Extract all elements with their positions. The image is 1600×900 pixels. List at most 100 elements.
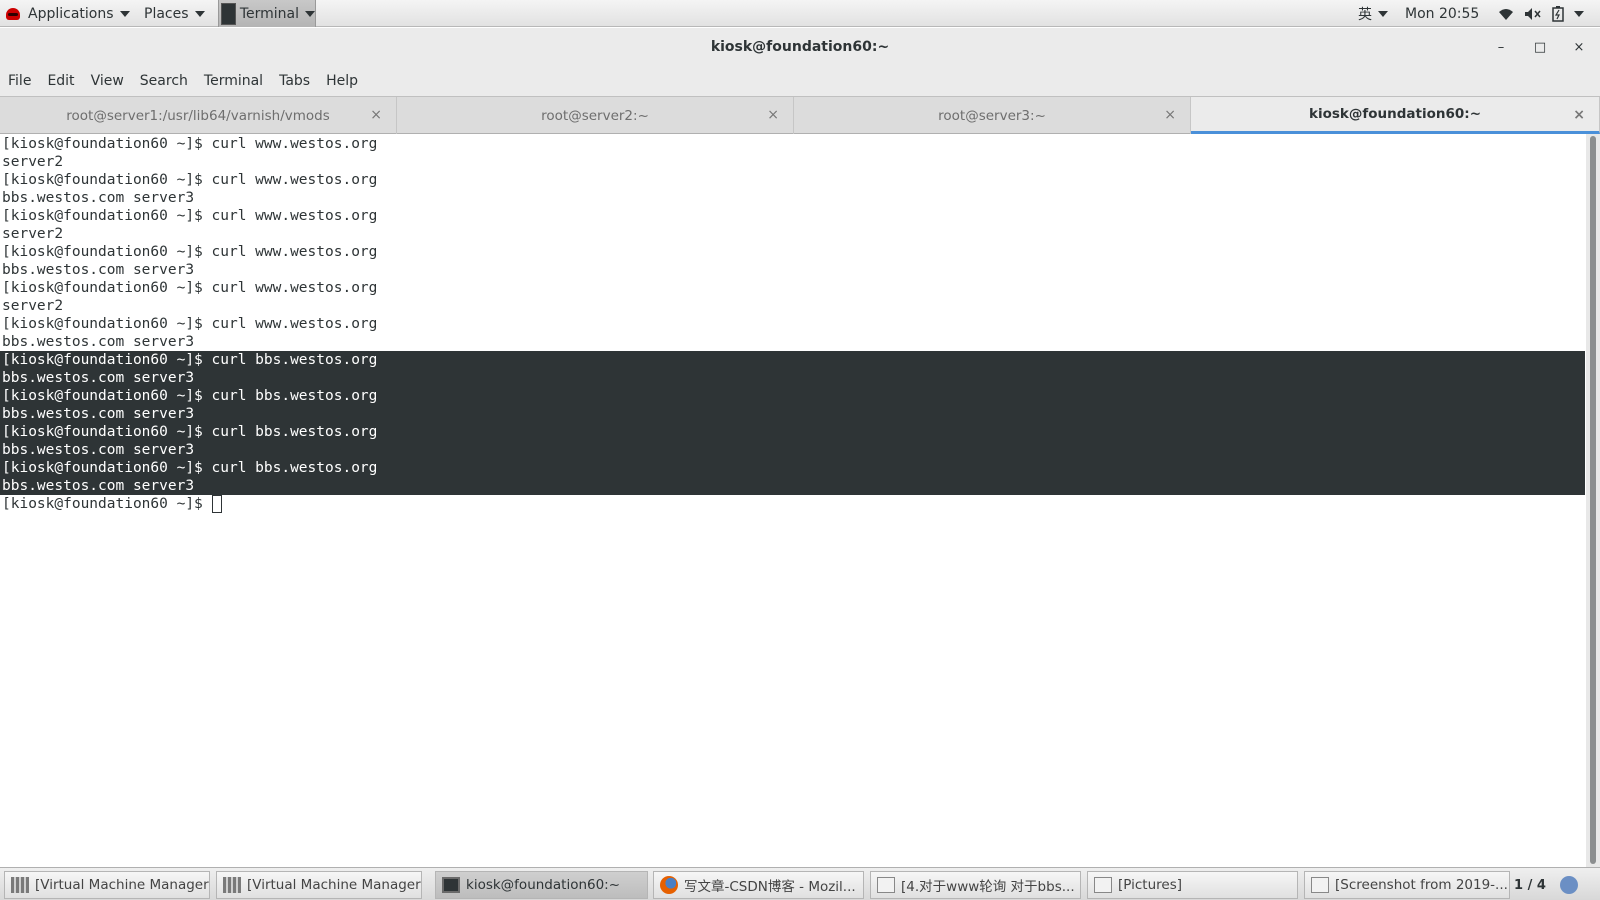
menu-help[interactable]: Help	[326, 73, 358, 89]
taskbar-item-screenshot[interactable]: [Screenshot from 2019-...	[1304, 871, 1510, 899]
text-cursor	[211, 495, 222, 513]
taskbar-item-label: 写文章-CSDN博客 - Mozil...	[684, 879, 856, 895]
terminal-line: bbs.westos.com server3	[2, 262, 195, 278]
folder-icon	[1094, 877, 1112, 893]
firefox-icon	[660, 876, 678, 894]
chevron-down-icon	[1378, 10, 1388, 17]
tab-server1[interactable]: root@server1:/usr/lib64/varnish/vmods ×	[0, 97, 397, 134]
terminal-line: bbs.westos.com server3	[2, 334, 195, 350]
terminal-line: [kiosk@foundation60 ~]$ curl www.westos.…	[2, 208, 378, 224]
taskbar-item-vm-manager-1[interactable]: [Virtual Machine Manager]	[4, 871, 210, 899]
clock[interactable]: Mon 20:55	[1405, 0, 1479, 27]
close-icon[interactable]: ×	[1573, 107, 1585, 123]
taskbar-item-label: [Pictures]	[1118, 877, 1182, 893]
close-icon[interactable]: ×	[767, 107, 779, 123]
terminal-line: [kiosk@foundation60 ~]$ curl www.westos.…	[2, 316, 378, 332]
input-method-label: 英	[1358, 6, 1372, 23]
terminal-tabs: root@server1:/usr/lib64/varnish/vmods × …	[0, 96, 1600, 134]
terminal-app-label: Terminal	[239, 5, 299, 22]
close-icon: ×	[1573, 39, 1585, 55]
menu-search[interactable]: Search	[140, 73, 188, 89]
wifi-icon	[1499, 8, 1513, 20]
tab-server3[interactable]: root@server3:~ ×	[794, 97, 1191, 134]
terminal-scrollbar[interactable]	[1586, 134, 1600, 867]
menu-file[interactable]: File	[8, 73, 31, 89]
window-titlebar[interactable]: kiosk@foundation60:~	[0, 28, 1600, 66]
workspace-switcher-icon[interactable]	[1559, 876, 1578, 894]
image-viewer-icon	[1311, 877, 1329, 893]
menubar: File Edit View Search Terminal Tabs Help	[0, 66, 1600, 96]
terminal-prompt: [kiosk@foundation60 ~]$	[2, 496, 212, 512]
system-status-menu[interactable]	[1498, 0, 1584, 27]
applications-menu[interactable]: Applications	[6, 0, 130, 27]
maximize-button[interactable]: □	[1527, 28, 1553, 66]
vm-manager-icon	[223, 877, 241, 893]
scrollbar-thumb[interactable]	[1590, 136, 1596, 864]
terminal-icon	[221, 2, 236, 25]
chevron-down-icon	[119, 10, 130, 17]
tab-label: root@server1:/usr/lib64/varnish/vmods	[66, 107, 330, 124]
taskbar-item-vm-manager-2[interactable]: [Virtual Machine Manager]	[216, 871, 422, 899]
minimize-icon: –	[1497, 39, 1505, 55]
menu-view[interactable]: View	[91, 73, 124, 89]
terminal-prompt-line[interactable]: [kiosk@foundation60 ~]$	[2, 495, 222, 513]
terminal-line: [kiosk@foundation60 ~]$ curl www.westos.…	[2, 280, 378, 296]
tab-foundation60[interactable]: kiosk@foundation60:~ ×	[1191, 97, 1600, 134]
close-icon[interactable]: ×	[370, 107, 382, 123]
applications-label: Applications	[28, 5, 114, 22]
terminal-output[interactable]: [kiosk@foundation60 ~]$ curl www.westos.…	[0, 134, 1586, 867]
terminal-line: [kiosk@foundation60 ~]$ curl bbs.westos.…	[2, 424, 378, 440]
clock-label: Mon 20:55	[1405, 5, 1480, 22]
chevron-down-icon	[194, 10, 205, 17]
terminal-app-menu[interactable]: Terminal	[218, 0, 316, 27]
taskbar-item-pictures[interactable]: [Pictures]	[1087, 871, 1298, 899]
document-icon	[877, 877, 895, 893]
places-menu[interactable]: Places	[144, 0, 205, 27]
redhat-logo-icon	[6, 7, 20, 20]
terminal-line: [kiosk@foundation60 ~]$ curl bbs.westos.…	[2, 460, 378, 476]
tab-label: root@server2:~	[541, 107, 649, 124]
window-title: kiosk@foundation60:~	[710, 39, 890, 55]
tab-label: kiosk@foundation60:~	[1309, 106, 1481, 122]
taskbar-item-label: [Screenshot from 2019-...	[1335, 877, 1508, 893]
menu-terminal[interactable]: Terminal	[204, 73, 263, 89]
taskbar-item-terminal[interactable]: kiosk@foundation60:~	[435, 871, 648, 899]
terminal-line: [kiosk@foundation60 ~]$ curl www.westos.…	[2, 244, 378, 260]
taskbar-item-firefox[interactable]: 写文章-CSDN博客 - Mozil...	[653, 871, 864, 899]
terminal-line: server2	[2, 226, 64, 242]
volume-icon	[1525, 7, 1541, 20]
input-method-menu[interactable]: 英	[1358, 0, 1388, 27]
battery-icon	[1552, 5, 1564, 22]
menu-tabs[interactable]: Tabs	[279, 73, 310, 89]
taskbar-item-label: [Virtual Machine Manager]	[247, 877, 422, 893]
taskbar-item-document[interactable]: [4.对于www轮询 对于bbs...	[870, 871, 1081, 899]
vm-manager-icon	[11, 877, 29, 893]
close-window-button[interactable]: ×	[1566, 28, 1592, 66]
taskbar-item-label: [Virtual Machine Manager]	[35, 877, 210, 893]
places-label: Places	[144, 5, 189, 22]
taskbar-item-label: [4.对于www轮询 对于bbs...	[901, 879, 1075, 895]
menu-edit[interactable]: Edit	[47, 73, 74, 89]
terminal-line: server2	[2, 154, 64, 170]
close-icon[interactable]: ×	[1164, 107, 1176, 123]
tab-server2[interactable]: root@server2:~ ×	[397, 97, 794, 134]
terminal-icon	[442, 877, 460, 893]
top-panel: Applications Places Terminal 英 Mon 20:55	[0, 0, 1600, 27]
workspace-pager-label: 1 / 4	[1514, 877, 1546, 893]
terminal-line: [kiosk@foundation60 ~]$ curl www.westos.…	[2, 136, 378, 152]
terminal-line: server2	[2, 298, 64, 314]
terminal-line: bbs.westos.com server3	[2, 406, 195, 422]
terminal-line: bbs.westos.com server3	[2, 442, 195, 458]
terminal-line: bbs.westos.com server3	[2, 370, 195, 386]
terminal-line: bbs.westos.com server3	[2, 190, 195, 206]
terminal-line: [kiosk@foundation60 ~]$ curl www.westos.…	[2, 172, 378, 188]
chevron-down-icon	[1574, 10, 1584, 17]
terminal-line: bbs.westos.com server3	[2, 478, 195, 494]
taskbar-item-label: kiosk@foundation60:~	[466, 877, 621, 893]
chevron-down-icon	[305, 10, 315, 17]
maximize-icon: □	[1533, 39, 1547, 55]
workspace-pager[interactable]: 1 / 4	[1514, 871, 1578, 899]
minimize-button[interactable]: –	[1488, 28, 1514, 66]
terminal-line: [kiosk@foundation60 ~]$ curl bbs.westos.…	[2, 388, 378, 404]
window-list: [Virtual Machine Manager] [Virtual Machi…	[0, 867, 1600, 900]
